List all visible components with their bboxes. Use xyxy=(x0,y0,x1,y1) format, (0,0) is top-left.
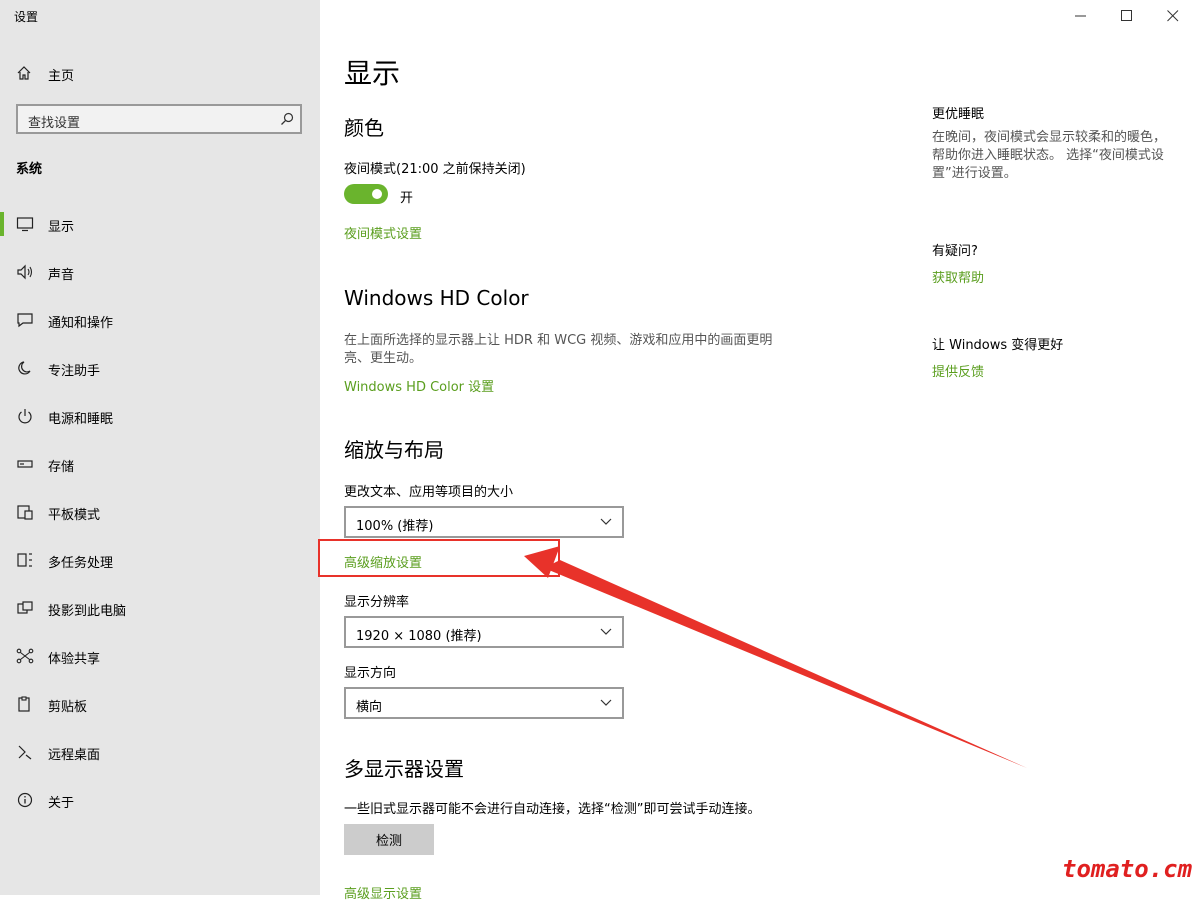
annotation-arrow xyxy=(524,546,1027,768)
watermark: tomato.cm xyxy=(1062,855,1193,883)
